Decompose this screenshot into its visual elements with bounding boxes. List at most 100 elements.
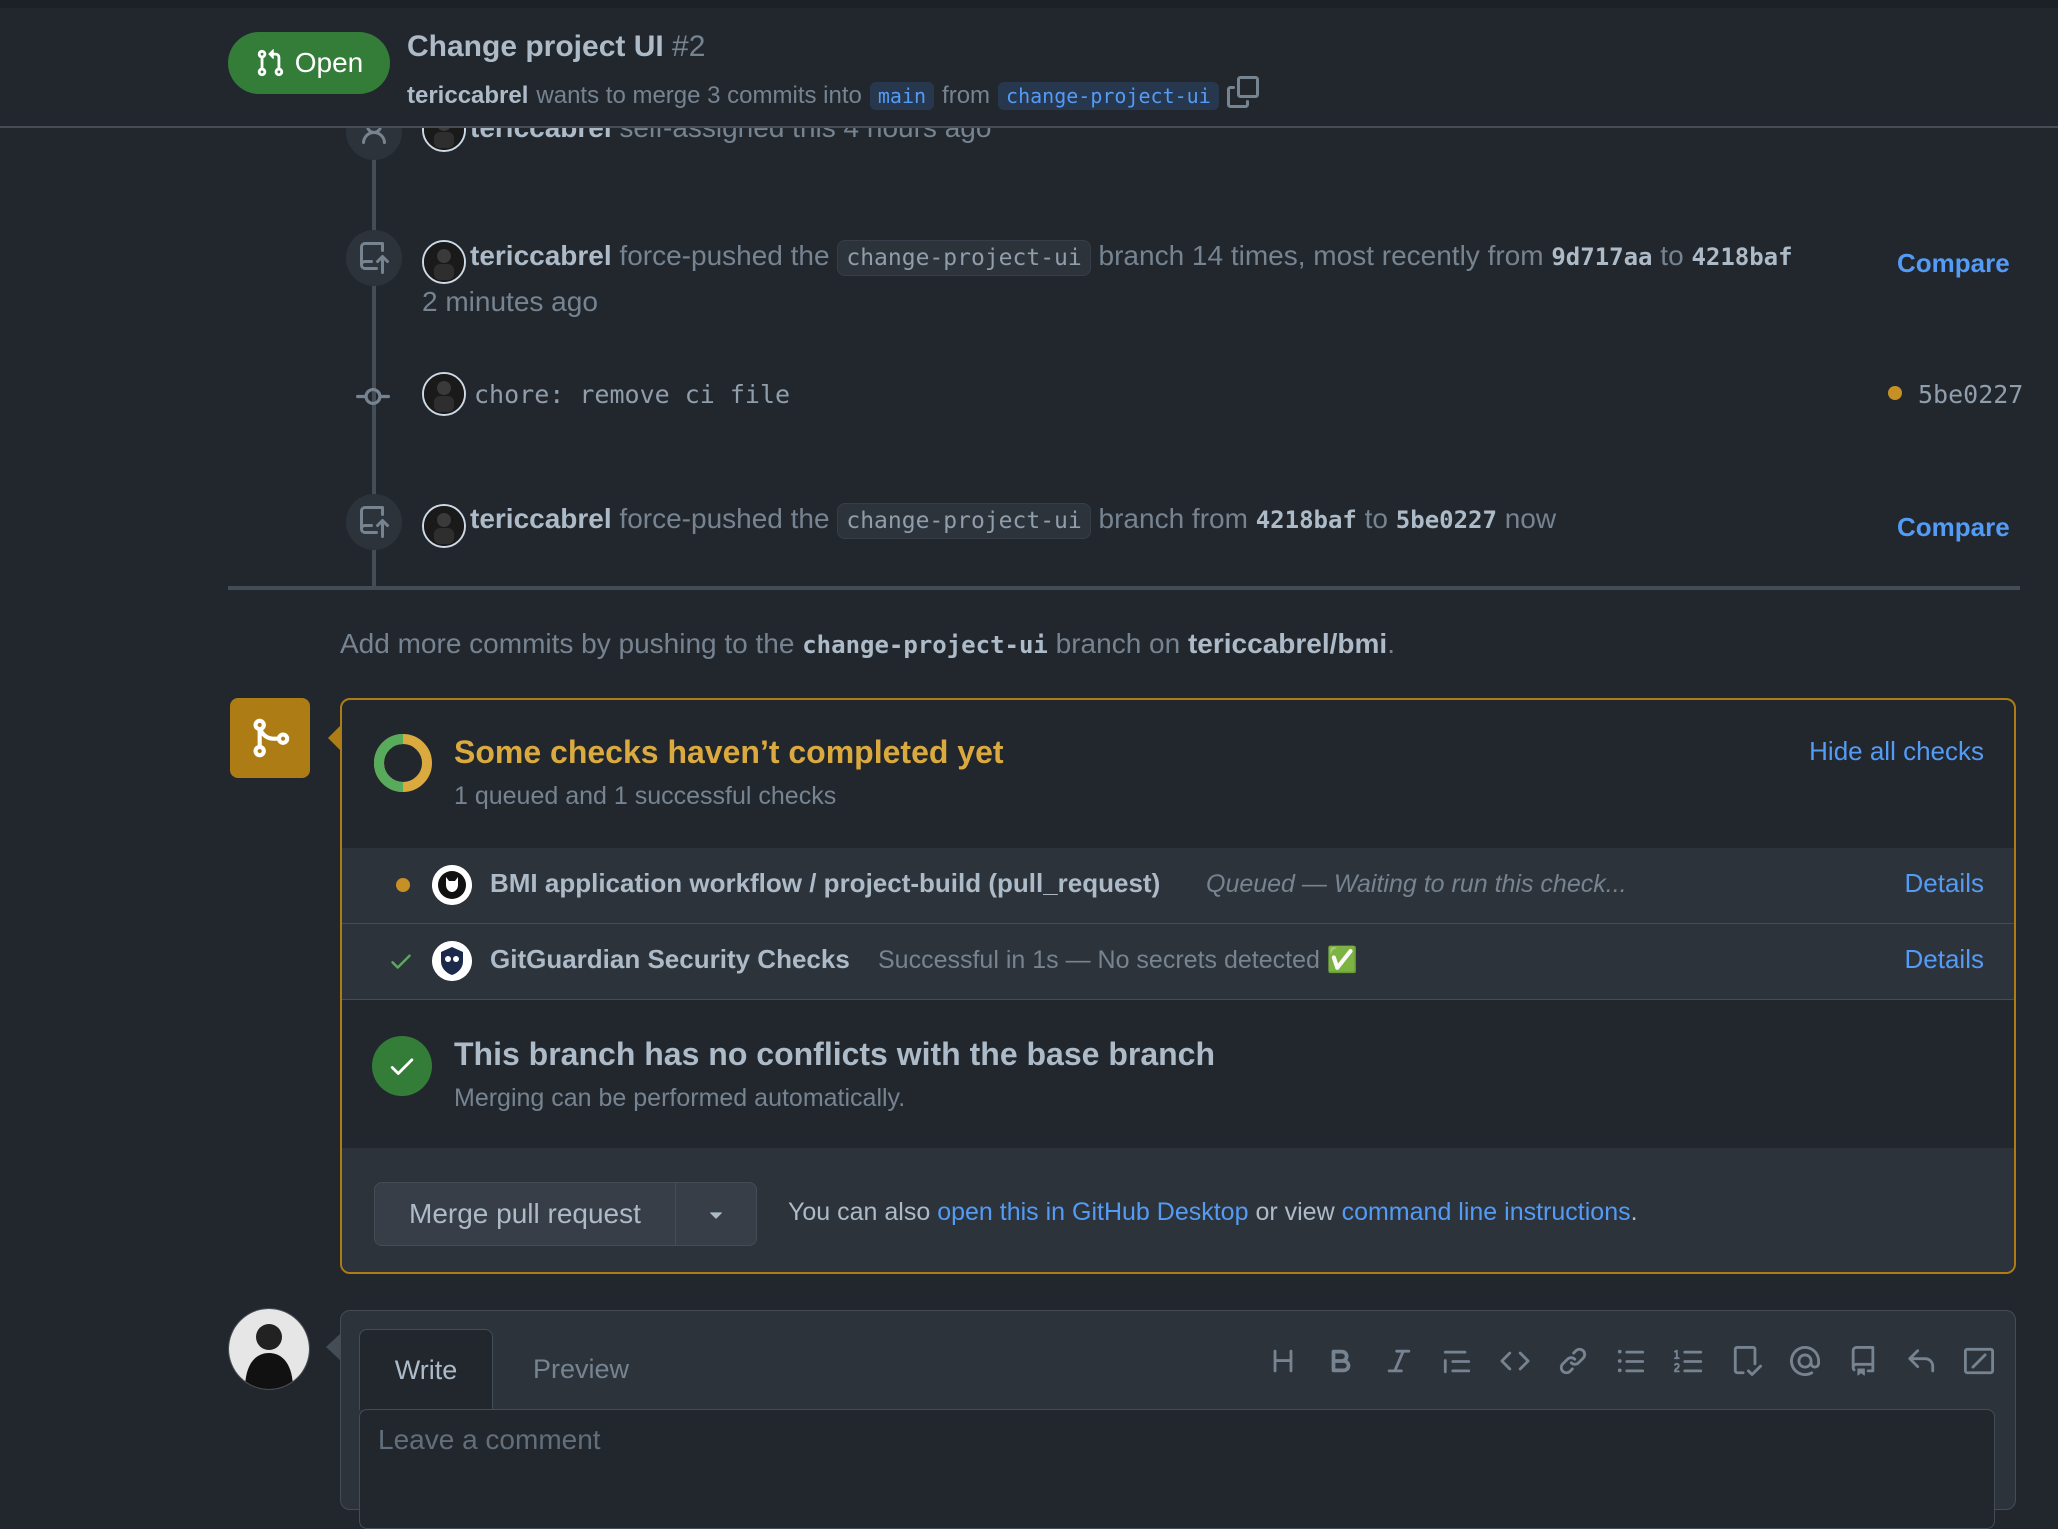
check-description: Queued — Waiting to run this check...	[1206, 870, 1627, 898]
github-desktop-link[interactable]: open this in GitHub Desktop	[937, 1198, 1248, 1226]
git-merge-icon	[230, 698, 310, 778]
checks-header: Some checks haven’t completed yet 1 queu…	[342, 700, 2014, 849]
pr-sticky-header: Open Change project UI #2 tericcabrel wa…	[0, 8, 2058, 128]
from-sha[interactable]: 4218baf	[1256, 506, 1357, 534]
event-time[interactable]: now	[1505, 503, 1556, 534]
ordered-list-icon[interactable]	[1671, 1343, 1707, 1379]
note-text: branch on	[1055, 628, 1181, 659]
comment-textarea-wrapper	[359, 1409, 1995, 1529]
note-text: Add more commits by pushing to the	[340, 628, 795, 659]
checks-progress-icon	[374, 734, 432, 792]
check-icon	[388, 948, 414, 979]
head-branch-chip[interactable]: change-project-ui	[998, 81, 1219, 110]
event-text: force-pushed the	[619, 240, 830, 271]
github-actions-icon	[432, 865, 472, 905]
merge-pull-request-button[interactable]: Merge pull request	[375, 1183, 676, 1245]
timeline-divider	[228, 586, 2020, 590]
check-details-link[interactable]: Details	[1905, 868, 1984, 899]
checks-title: Some checks haven’t completed yet	[454, 734, 1004, 770]
merge-box: Some checks haven’t completed yet 1 queu…	[340, 698, 2016, 1274]
commit-message-link[interactable]: chore: remove ci file	[474, 380, 790, 409]
cross-reference-icon[interactable]	[1845, 1343, 1881, 1379]
check-row: BMI application workflow / project-build…	[342, 848, 2014, 924]
check-name: BMI application workflow / project-build…	[490, 868, 1161, 898]
triangle-down-icon	[709, 1212, 722, 1219]
queued-dot-icon	[396, 878, 410, 892]
tab-preview[interactable]: Preview	[511, 1329, 651, 1409]
add-more-commits-note: Add more commits by pushing to the chang…	[340, 628, 1395, 660]
event-user[interactable]: tericcabrel	[470, 240, 612, 271]
code-icon[interactable]	[1497, 1343, 1533, 1379]
also-text: or view	[1255, 1198, 1335, 1226]
command-line-link[interactable]: command line instructions	[1342, 1198, 1631, 1226]
link-icon[interactable]	[1555, 1343, 1591, 1379]
git-commit-icon	[356, 380, 390, 414]
pr-merge-text: wants to merge 3 commits into	[536, 81, 862, 109]
quote-icon[interactable]	[1439, 1343, 1475, 1379]
avatar[interactable]	[422, 504, 466, 548]
also-period: .	[1630, 1198, 1638, 1226]
to-sha[interactable]: 5be0227	[1396, 506, 1497, 534]
compare-link[interactable]: Compare	[1897, 248, 2010, 279]
slash-command-icon[interactable]	[1961, 1343, 1997, 1379]
commit-sha-link[interactable]: 5be0227	[1918, 380, 2023, 409]
check-circle-icon	[372, 1036, 432, 1096]
avatar[interactable]	[422, 372, 466, 416]
event-text: to	[1660, 240, 1684, 271]
markdown-toolbar	[1265, 1343, 1997, 1379]
to-sha[interactable]: 4218baf	[1691, 243, 1792, 271]
conflict-subtitle: Merging can be performed automatically.	[454, 1084, 906, 1112]
repo-push-icon	[346, 494, 402, 550]
pending-status-icon[interactable]	[1888, 386, 1902, 400]
from-sha[interactable]: 9d717aa	[1551, 243, 1652, 271]
event-text: to	[1364, 503, 1389, 534]
comment-editor: Write Preview	[340, 1310, 2016, 1529]
pr-from-text: from	[942, 81, 991, 109]
pr-merge-summary: tericcabrel wants to merge 3 commits int…	[407, 76, 1259, 115]
hide-all-checks-button[interactable]: Hide all checks	[1809, 736, 1984, 767]
check-row: GitGuardian Security Checks Successful i…	[342, 924, 2014, 1000]
event-text: force-pushed the	[619, 503, 830, 534]
pr-author-link[interactable]: tericcabrel	[407, 82, 528, 110]
repo-push-icon	[346, 230, 402, 286]
pr-title-text: Change project UI	[407, 30, 664, 63]
pr-title: Change project UI #2	[407, 30, 705, 64]
event-time[interactable]: 2 minutes ago	[422, 286, 598, 318]
check-description: Successful in 1s — No secrets detected ✅	[878, 946, 1358, 974]
merge-alternatives: You can also open this in GitHub Desktop…	[788, 1198, 1638, 1227]
tab-write[interactable]: Write	[359, 1329, 493, 1410]
check-details-link[interactable]: Details	[1905, 944, 1984, 975]
branch-chip[interactable]: change-project-ui	[837, 503, 1091, 539]
merge-actions: Merge pull request You can also open thi…	[342, 1148, 2014, 1272]
mention-icon[interactable]	[1787, 1343, 1823, 1379]
bold-icon[interactable]	[1323, 1343, 1359, 1379]
avatar[interactable]	[422, 240, 466, 284]
comment-input[interactable]	[360, 1410, 1994, 1470]
gitguardian-icon	[432, 941, 472, 981]
repo-link[interactable]: tericcabrel/bmi	[1188, 628, 1387, 659]
merge-method-dropdown[interactable]	[676, 1183, 756, 1245]
copy-icon[interactable]	[1226, 76, 1259, 115]
avatar[interactable]	[228, 1308, 310, 1390]
force-push-event: tericcabrel force-pushed the change-proj…	[470, 240, 1793, 276]
branch-chip[interactable]: change-project-ui	[837, 240, 1091, 276]
event-user[interactable]: tericcabrel	[470, 503, 612, 534]
heading-icon[interactable]	[1265, 1343, 1301, 1379]
git-pull-request-icon	[257, 49, 283, 77]
check-name: GitGuardian Security Checks	[490, 944, 850, 974]
italic-icon[interactable]	[1381, 1343, 1417, 1379]
note-branch: change-project-ui	[802, 631, 1048, 659]
unordered-list-icon[interactable]	[1613, 1343, 1649, 1379]
pr-state-label: Open	[294, 47, 364, 78]
pr-state-badge: Open	[228, 32, 390, 94]
compare-link[interactable]: Compare	[1897, 512, 2010, 543]
note-period: .	[1387, 628, 1395, 659]
comment-box-pointer	[326, 1334, 340, 1360]
reply-icon[interactable]	[1903, 1343, 1939, 1379]
task-list-icon[interactable]	[1729, 1343, 1765, 1379]
force-push-event: tericcabrel force-pushed the change-proj…	[470, 503, 1556, 539]
also-text: You can also	[788, 1198, 931, 1226]
base-branch-chip[interactable]: main	[869, 81, 935, 110]
conflict-title: This branch has no conflicts with the ba…	[454, 1036, 1216, 1072]
merge-button-group: Merge pull request	[374, 1182, 757, 1246]
